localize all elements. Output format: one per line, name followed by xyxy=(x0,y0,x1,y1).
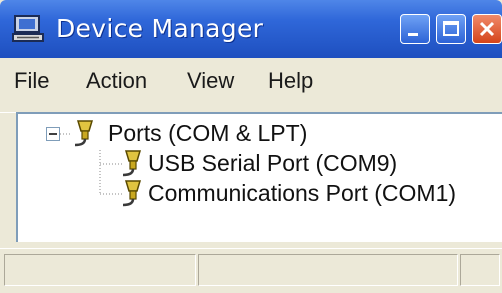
device-tree[interactable]: Ports (COM & LPT) USB Serial Port (COM9)… xyxy=(16,112,502,242)
port-icon xyxy=(122,180,142,207)
window-title: Device Manager xyxy=(56,14,264,43)
status-panel-2 xyxy=(198,254,458,286)
computer-icon xyxy=(12,15,44,42)
title-bar[interactable]: Device Manager xyxy=(0,0,502,58)
close-button[interactable] xyxy=(472,14,502,44)
status-panel-3 xyxy=(460,254,500,286)
tree-item-communications-port[interactable]: Communications Port (COM1) xyxy=(148,180,456,207)
minimize-button[interactable] xyxy=(400,14,430,44)
menu-bar: File Action View Help xyxy=(0,58,502,105)
menu-file[interactable]: File xyxy=(14,68,49,94)
tree-item-usb-serial-port[interactable]: USB Serial Port (COM9) xyxy=(148,150,397,177)
maximize-icon xyxy=(443,21,459,36)
minimize-icon xyxy=(408,33,418,36)
menu-help[interactable]: Help xyxy=(268,68,313,94)
port-icon xyxy=(122,150,142,177)
menu-action[interactable]: Action xyxy=(86,68,147,94)
port-icon xyxy=(74,120,94,147)
status-panel-1 xyxy=(4,254,196,286)
tree-item-ports[interactable]: Ports (COM & LPT) xyxy=(108,120,307,147)
menu-view[interactable]: View xyxy=(187,68,234,94)
collapse-toggle-icon[interactable] xyxy=(46,127,60,141)
maximize-button[interactable] xyxy=(436,14,466,44)
close-icon xyxy=(479,21,495,37)
device-manager-window: Device Manager File Action View Help Por… xyxy=(0,0,502,293)
